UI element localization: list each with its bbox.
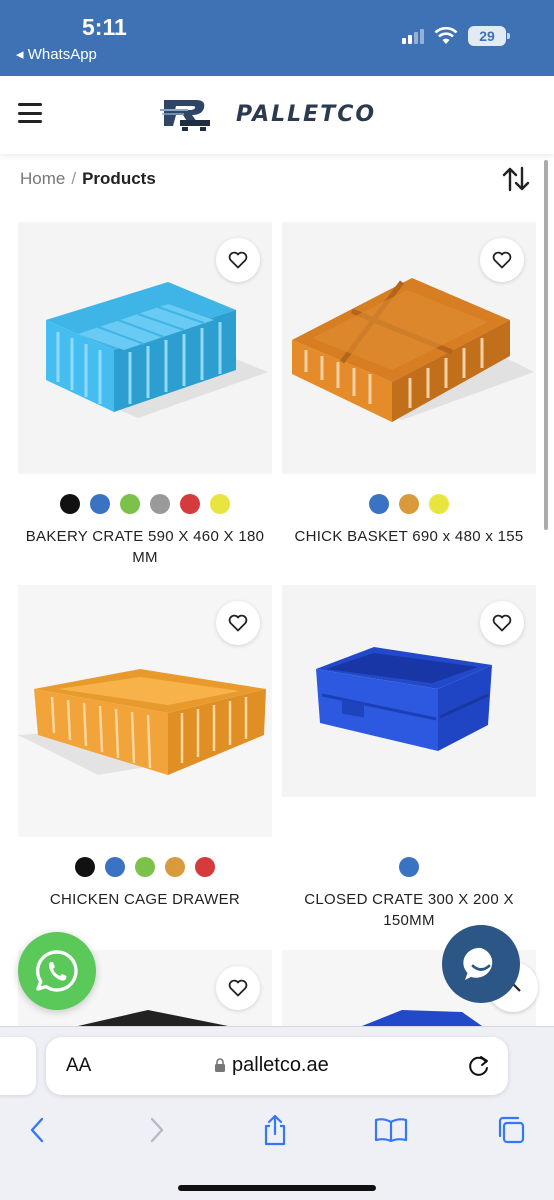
previous-tab-preview[interactable] bbox=[0, 1037, 36, 1095]
status-icons: 29 bbox=[402, 26, 510, 46]
chat-button[interactable] bbox=[442, 925, 520, 1003]
color-swatch[interactable] bbox=[195, 857, 215, 877]
color-swatch[interactable] bbox=[90, 494, 110, 514]
url-display[interactable]: palletco.ae bbox=[214, 1054, 329, 1077]
product-title[interactable]: CLOSED CRATE 300 X 200 X 150MM bbox=[282, 889, 536, 931]
product-image[interactable] bbox=[18, 222, 272, 474]
sort-icon[interactable] bbox=[502, 166, 530, 192]
color-swatch[interactable] bbox=[105, 857, 125, 877]
color-swatches bbox=[18, 494, 272, 514]
product-card[interactable]: CHICKEN CAGE DRAWER bbox=[18, 585, 272, 910]
color-swatch[interactable] bbox=[60, 494, 80, 514]
back-button[interactable] bbox=[20, 1113, 54, 1147]
color-swatches bbox=[18, 857, 272, 877]
logo[interactable]: PALLETCO bbox=[160, 96, 376, 132]
signal-icon bbox=[402, 28, 424, 44]
product-title[interactable]: CHICK BASKET 690 x 480 x 155 bbox=[282, 526, 536, 547]
back-icon bbox=[30, 1117, 44, 1143]
forward-icon bbox=[150, 1117, 164, 1143]
product-card[interactable]: CHICK BASKET 690 x 480 x 155 bbox=[282, 222, 536, 547]
wishlist-button[interactable] bbox=[480, 238, 524, 282]
product-image[interactable] bbox=[282, 585, 536, 837]
heart-icon bbox=[228, 614, 248, 632]
color-swatch[interactable] bbox=[150, 494, 170, 514]
color-swatch[interactable] bbox=[210, 494, 230, 514]
product-title[interactable]: CHICKEN CAGE DRAWER bbox=[18, 889, 272, 910]
status-bar: 5:11 ◂ WhatsApp 29 bbox=[0, 0, 554, 76]
bookmarks-button[interactable] bbox=[374, 1113, 408, 1147]
color-swatch[interactable] bbox=[135, 857, 155, 877]
url-text: palletco.ae bbox=[232, 1054, 329, 1076]
color-swatch[interactable] bbox=[165, 857, 185, 877]
heart-icon bbox=[492, 251, 512, 269]
breadcrumb-home-link[interactable]: Home bbox=[20, 169, 65, 189]
whatsapp-button[interactable] bbox=[18, 932, 96, 1010]
heart-icon bbox=[492, 614, 512, 632]
reload-icon[interactable] bbox=[466, 1053, 492, 1079]
browser-toolbar: AA palletco.ae bbox=[0, 1026, 554, 1200]
product-image[interactable] bbox=[18, 585, 272, 837]
battery-icon: 29 bbox=[468, 26, 510, 46]
tabs-button[interactable] bbox=[494, 1113, 528, 1147]
product-image[interactable] bbox=[282, 222, 536, 474]
status-time: 5:11 bbox=[82, 14, 127, 40]
breadcrumb: Home / Products bbox=[20, 169, 156, 189]
home-indicator bbox=[178, 1185, 376, 1191]
wishlist-button[interactable] bbox=[216, 966, 260, 1010]
lock-icon bbox=[215, 1058, 225, 1072]
color-swatch[interactable] bbox=[399, 857, 419, 877]
forward-button[interactable] bbox=[140, 1113, 174, 1147]
wifi-icon bbox=[434, 27, 458, 44]
color-swatch[interactable] bbox=[180, 494, 200, 514]
bookmarks-icon bbox=[374, 1118, 408, 1143]
page-scrollbar[interactable] bbox=[544, 160, 548, 530]
color-swatch[interactable] bbox=[75, 857, 95, 877]
wishlist-button[interactable] bbox=[216, 601, 260, 645]
share-button[interactable] bbox=[258, 1113, 292, 1147]
color-swatch[interactable] bbox=[429, 494, 449, 514]
heart-icon bbox=[228, 251, 248, 269]
share-icon bbox=[264, 1114, 286, 1146]
color-swatches bbox=[282, 494, 536, 514]
logo-text: PALLETCO bbox=[236, 101, 377, 127]
reader-settings-button[interactable]: AA bbox=[66, 1055, 91, 1077]
wishlist-button[interactable] bbox=[480, 601, 524, 645]
address-bar[interactable]: AA palletco.ae bbox=[46, 1037, 508, 1095]
color-swatch[interactable] bbox=[369, 494, 389, 514]
breadcrumb-current: Products bbox=[82, 169, 156, 188]
wishlist-button[interactable] bbox=[216, 238, 260, 282]
palletco-logo-mark bbox=[160, 100, 210, 131]
back-to-app-link[interactable]: ◂ WhatsApp bbox=[16, 45, 97, 63]
tabs-icon bbox=[498, 1116, 525, 1144]
color-swatch[interactable] bbox=[120, 494, 140, 514]
whatsapp-icon bbox=[35, 950, 78, 992]
chat-icon bbox=[463, 947, 493, 980]
site-header: PALLETCO bbox=[0, 76, 554, 154]
heart-icon bbox=[228, 979, 248, 997]
color-swatch[interactable] bbox=[399, 494, 419, 514]
product-title[interactable]: BAKERY CRATE 590 X 460 X 180 MM bbox=[18, 526, 272, 568]
product-card[interactable]: BAKERY CRATE 590 X 460 X 180 MM bbox=[18, 222, 272, 568]
breadcrumb-separator: / bbox=[71, 169, 77, 188]
product-card[interactable]: CLOSED CRATE 300 X 200 X 150MM bbox=[282, 585, 536, 931]
color-swatches bbox=[282, 857, 536, 877]
hamburger-icon[interactable] bbox=[18, 103, 42, 123]
